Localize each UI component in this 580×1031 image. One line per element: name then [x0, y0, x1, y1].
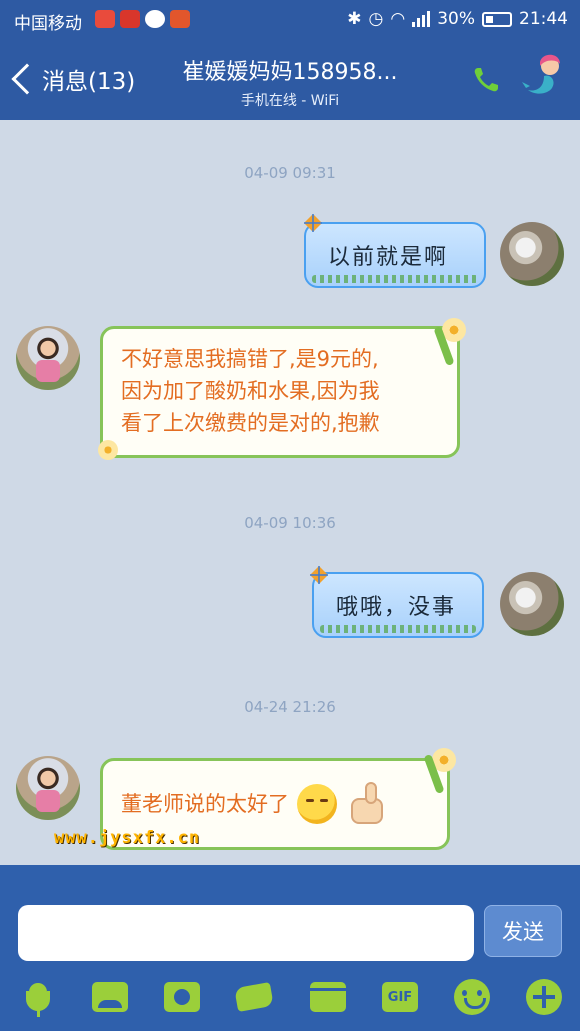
message-text: 以前就是啊	[328, 245, 449, 270]
contact-name: 崔媛媛妈妈158958...	[182, 60, 398, 85]
chat-bubble-icon	[145, 10, 165, 28]
message-list[interactable]: 04-09 09:31 以前就是啊 不好意思我搞错了,是9元的, 因为加了酸奶和…	[0, 120, 580, 865]
send-button[interactable]: 发送	[484, 905, 562, 957]
emoji-button[interactable]	[452, 977, 492, 1017]
chat-header: 消息(13) 崔媛媛妈妈158958... 手机在线 - WiFi	[0, 40, 580, 120]
my-avatar[interactable]	[500, 222, 564, 286]
bluetooth-icon: ✱	[347, 9, 362, 29]
battery-percent: 30%	[437, 9, 475, 29]
toolbar: GIF	[0, 961, 580, 1031]
grass-decoration	[320, 625, 476, 633]
sent-message-bubble[interactable]: 以前就是啊	[304, 222, 486, 288]
video-icon	[170, 10, 190, 28]
picture-icon	[92, 982, 128, 1012]
timestamp: 04-09 09:31	[244, 164, 336, 182]
clock: 21:44	[519, 9, 568, 29]
red-packet-icon	[310, 982, 346, 1012]
camera-icon	[164, 982, 200, 1012]
back-label: 消息(13)	[42, 69, 136, 95]
online-status: 手机在线 - WiFi	[240, 93, 340, 109]
alarm-icon: ◷	[368, 9, 384, 29]
contact-avatar[interactable]	[16, 756, 80, 820]
chevron-left-icon	[11, 63, 43, 95]
gif-button[interactable]: GIF	[380, 977, 420, 1017]
carrier-name: 中国移动	[14, 14, 82, 34]
message-text-line: 看了上次缴费的是对的,抱歉	[121, 411, 380, 435]
message-text: 董老师说的太好了	[121, 792, 289, 816]
sent-message-bubble[interactable]: 哦哦，没事	[312, 572, 484, 638]
message-text-line: 因为加了酸奶和水果,因为我	[121, 379, 380, 403]
message-text: 哦哦，没事	[336, 595, 457, 620]
timestamp: 04-09 10:36	[244, 514, 336, 532]
camera-button[interactable]	[162, 977, 202, 1017]
image-button[interactable]	[90, 977, 130, 1017]
app-notification-icon	[95, 10, 115, 28]
message-input[interactable]	[18, 905, 474, 961]
signal-icon	[412, 11, 431, 27]
gif-icon: GIF	[382, 982, 418, 1012]
message-text-line: 不好意思我搞错了,是9元的,	[121, 347, 379, 371]
voice-button[interactable]	[18, 977, 58, 1017]
thumbs-up-emoji-icon	[347, 782, 387, 826]
grass-decoration	[312, 275, 478, 283]
received-message-bubble[interactable]: 不好意思我搞错了,是9元的, 因为加了酸奶和水果,因为我 看了上次缴费的是对的,…	[100, 326, 460, 458]
back-button[interactable]: 消息(13)	[10, 62, 135, 96]
my-avatar[interactable]	[500, 572, 564, 636]
voice-call-button[interactable]	[234, 977, 274, 1017]
phone-handset-icon	[234, 982, 274, 1012]
smiling-face-emoji-icon	[297, 784, 337, 824]
system-status: ✱ ◷ ◠ 30% 21:44	[347, 9, 568, 29]
contact-info[interactable]: 崔媛媛妈妈158958... 手机在线 - WiFi	[150, 54, 430, 110]
phone-call-icon[interactable]	[470, 64, 502, 96]
battery-icon	[482, 11, 512, 27]
status-bar: 中国移动 ✱ ◷ ◠ 30% 21:44	[0, 0, 580, 40]
contact-avatar[interactable]	[16, 326, 80, 390]
flower-icon	[98, 440, 118, 460]
notification-icons	[95, 10, 190, 28]
mermaid-avatar-icon[interactable]	[522, 52, 572, 102]
watermark: www.jysxfx.cn	[54, 828, 201, 848]
plus-icon	[526, 979, 562, 1015]
kite-icon	[304, 214, 322, 232]
red-packet-button[interactable]	[308, 977, 348, 1017]
toutiao-icon	[120, 10, 140, 28]
kite-icon	[310, 566, 328, 584]
smiley-icon	[454, 979, 490, 1015]
timestamp: 04-24 21:26	[244, 698, 336, 716]
wifi-icon: ◠	[390, 9, 406, 29]
more-button[interactable]	[524, 977, 564, 1017]
message-composer: 发送	[0, 865, 580, 961]
